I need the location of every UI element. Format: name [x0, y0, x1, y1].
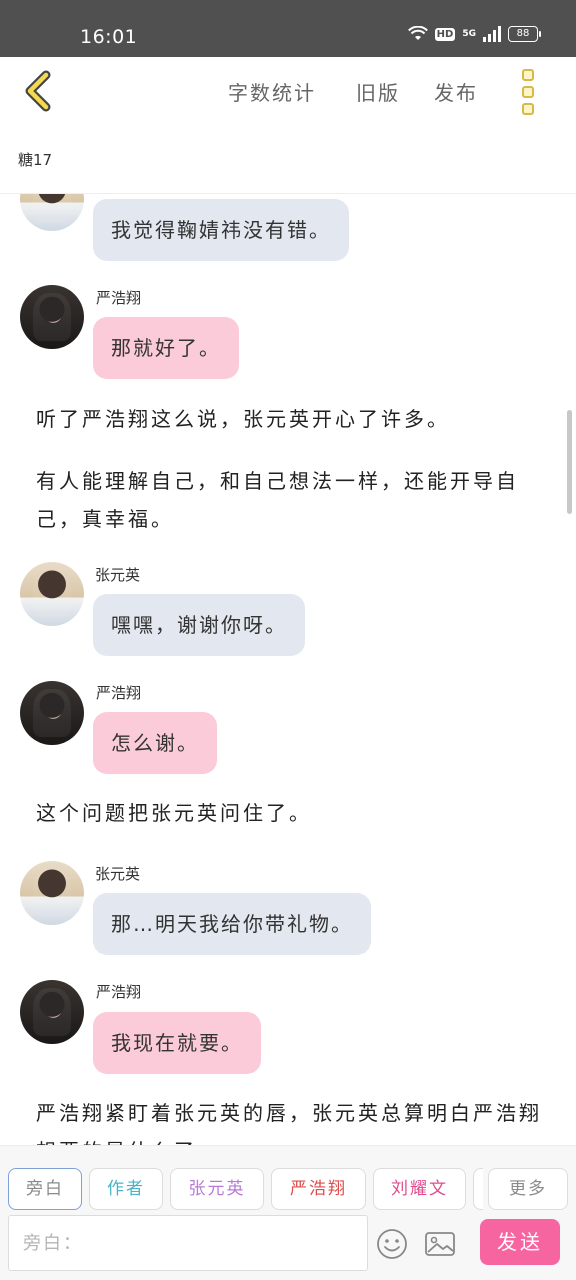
narration-text: 严浩翔紧盯着张元英的唇，张元英总算明白严浩翔想要的是什么了。 [36, 1101, 542, 1145]
app-header: 字数统计 旧版 发布 糖17 [0, 57, 576, 194]
narration-text: 有人能理解自己，和自己想法一样，还能开导自己，真幸福。 [36, 469, 519, 531]
menu-dots-icon[interactable] [522, 69, 538, 115]
publish-link[interactable]: 发布 [434, 77, 478, 106]
status-icons: HD 5G 88 [407, 26, 541, 42]
message-bubble: 那…明天我给你带礼物。 [93, 893, 371, 955]
avatar-yan [20, 980, 84, 1044]
message-bubble: 那就好了。 [93, 317, 239, 379]
hd-badge: HD [434, 27, 456, 41]
speaker-name: 严浩翔 [96, 684, 142, 702]
avatar-zhang [20, 861, 84, 925]
avatar-zhang [20, 194, 84, 231]
battery-icon: 88 [508, 26, 541, 42]
input-bar: 发送 [0, 1213, 576, 1280]
story-title: 糖17 [18, 151, 53, 169]
send-button[interactable]: 发送 [480, 1219, 560, 1265]
speaker-name: 张元英 [95, 566, 141, 584]
role-author-button[interactable]: 作者 [89, 1168, 163, 1210]
message-bubble: 我现在就要。 [93, 1012, 261, 1074]
image-icon[interactable] [423, 1227, 457, 1261]
status-bar: 16:01 HD 5G 88 [0, 0, 576, 57]
message-input[interactable] [8, 1215, 368, 1271]
avatar-yan [20, 681, 84, 745]
avatar-yan [20, 285, 84, 349]
role-hidden-button [473, 1168, 483, 1210]
role-yan-button[interactable]: 严浩翔 [271, 1168, 366, 1210]
app-root: 16:01 HD 5G 88 字数统计 旧版 发布 糖17 我觉得鞠婧祎没有错。… [0, 0, 576, 1280]
network-type: 5G [462, 28, 476, 39]
wifi-icon [407, 26, 428, 40]
role-liu-button[interactable]: 刘耀文 [373, 1168, 466, 1210]
word-count-link[interactable]: 字数统计 [228, 77, 316, 106]
message-bubble: 嘿嘿，谢谢你呀。 [93, 594, 305, 656]
status-time: 16:01 [80, 26, 138, 48]
avatar-zhang [20, 562, 84, 626]
scrollbar[interactable] [567, 410, 572, 514]
signal-icon [483, 26, 501, 42]
speaker-name: 严浩翔 [96, 983, 142, 1001]
back-arrow-icon[interactable] [20, 69, 60, 113]
narration-text: 这个问题把张元英问住了。 [36, 801, 312, 825]
speaker-name: 严浩翔 [96, 289, 142, 307]
narration-text: 听了严浩翔这么说，张元英开心了许多。 [36, 407, 450, 431]
emoji-icon[interactable] [375, 1227, 409, 1261]
speaker-name: 张元英 [95, 865, 141, 883]
message-bubble: 怎么谢。 [93, 712, 217, 774]
old-version-link[interactable]: 旧版 [356, 77, 400, 106]
more-roles-button[interactable]: 更多 [488, 1168, 568, 1210]
chat-area[interactable]: 我觉得鞠婧祎没有错。 严浩翔 那就好了。 听了严浩翔这么说，张元英开心了许多。 … [0, 194, 576, 1145]
message-bubble: 我觉得鞠婧祎没有错。 [93, 199, 349, 261]
role-selector-bar: 旁白 作者 张元英 严浩翔 刘耀文 更多 [0, 1145, 576, 1213]
role-zhang-button[interactable]: 张元英 [170, 1168, 264, 1210]
role-narrator-button[interactable]: 旁白 [8, 1168, 82, 1210]
